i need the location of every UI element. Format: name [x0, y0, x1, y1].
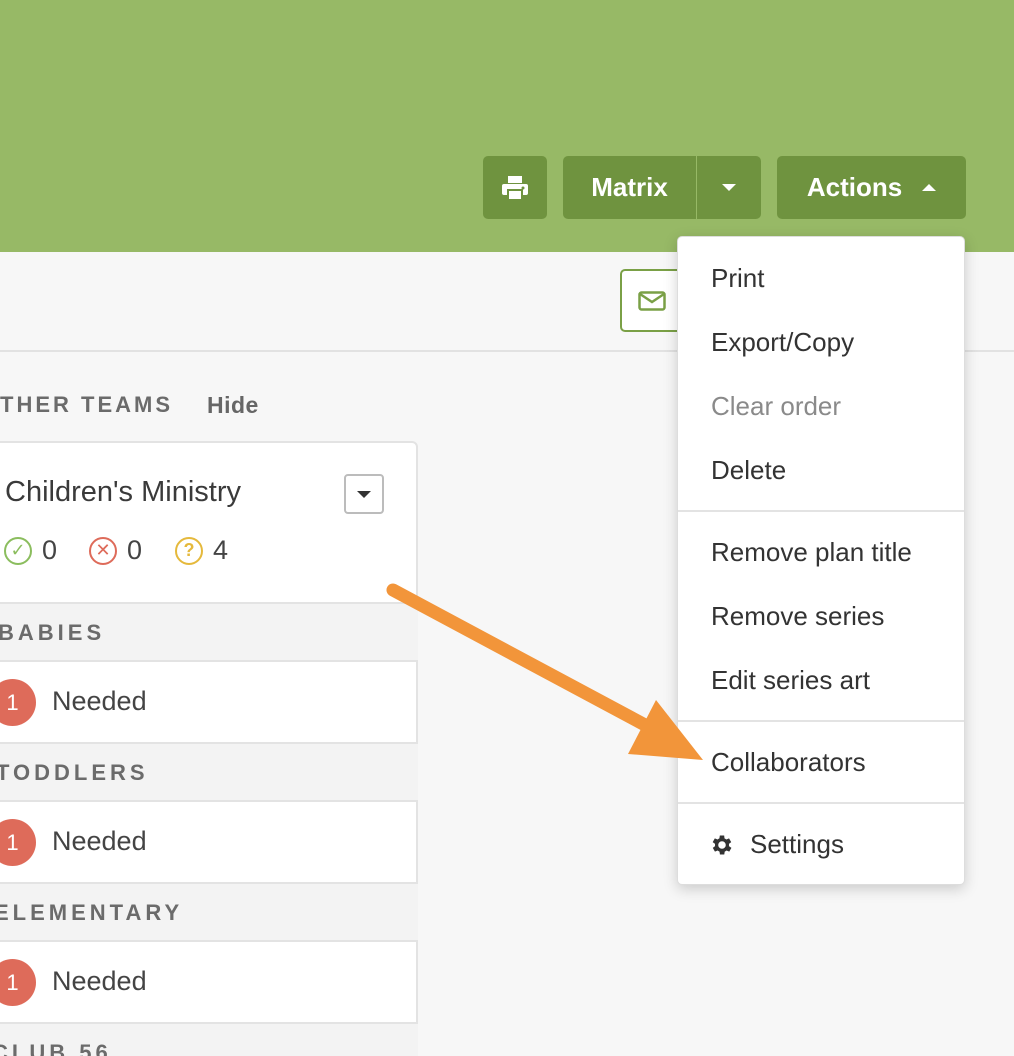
annotation-arrow: [386, 583, 703, 760]
